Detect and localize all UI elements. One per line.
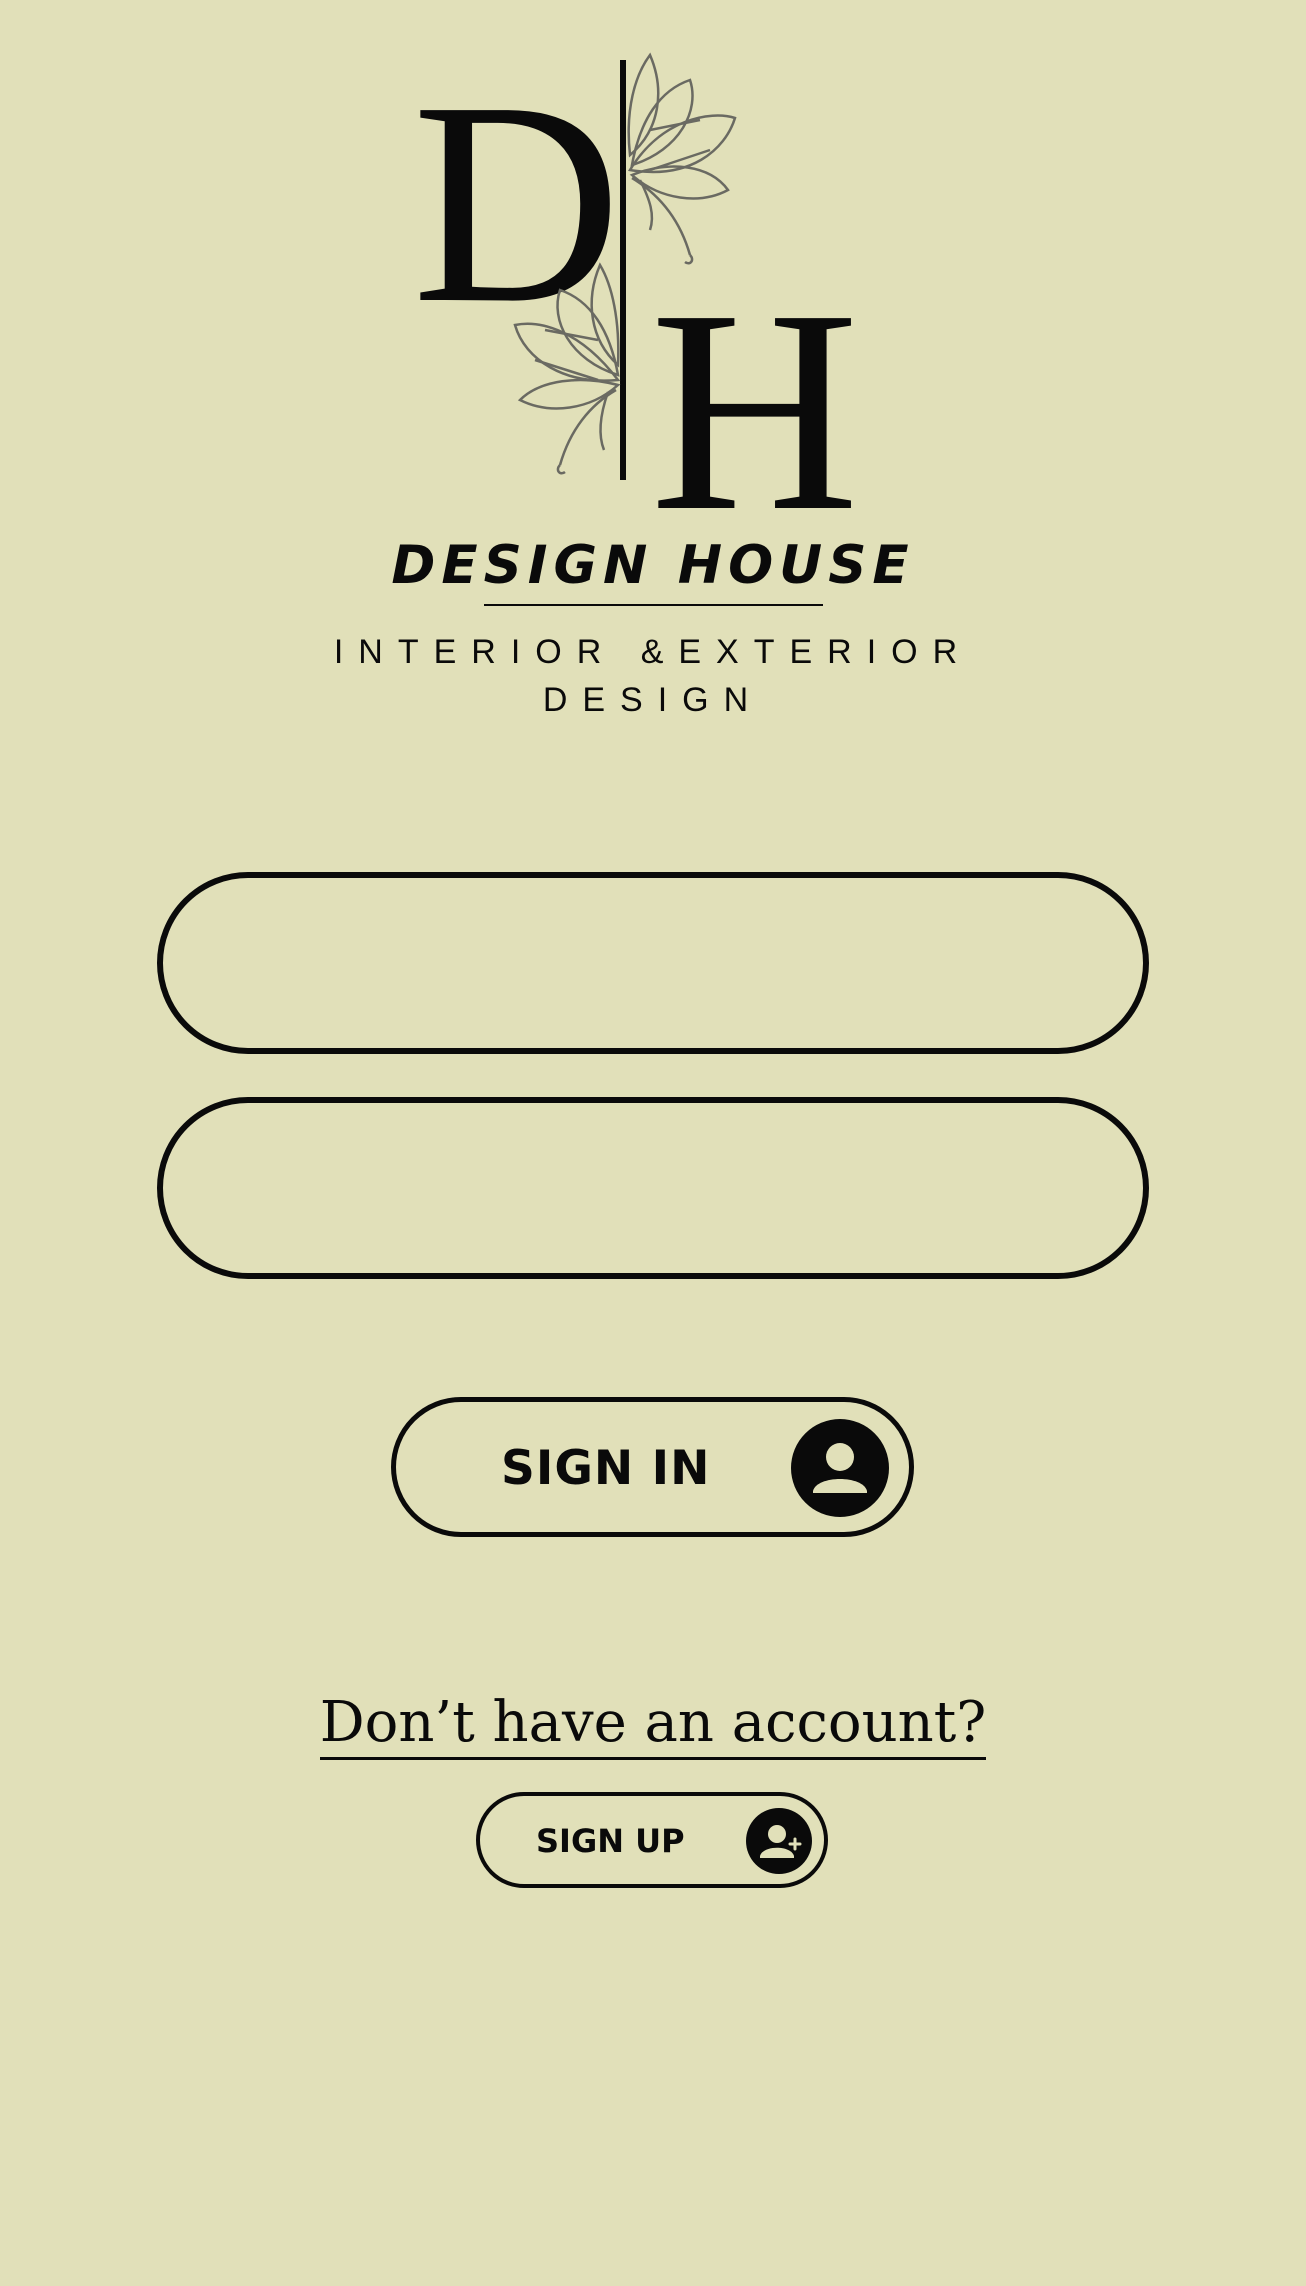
user-icon bbox=[791, 1419, 889, 1517]
sign-in-label: SIGN IN bbox=[501, 1441, 711, 1496]
sign-in-button[interactable]: SIGN IN bbox=[391, 1397, 914, 1537]
no-account-link[interactable]: Don’t have an account? bbox=[319, 1690, 987, 1760]
username-input[interactable] bbox=[157, 872, 1149, 1054]
sign-up-label: SIGN UP bbox=[536, 1822, 685, 1860]
no-account-prompt: Don’t have an account? bbox=[0, 1690, 1306, 1760]
monogram-letter-d: D bbox=[412, 42, 621, 363]
brand-divider bbox=[484, 604, 823, 606]
brand-subtitle: INTERIOR &EXTERIOR DESIGN bbox=[333, 633, 973, 719]
sign-up-button[interactable]: SIGN UP bbox=[476, 1792, 828, 1888]
password-input[interactable] bbox=[157, 1097, 1149, 1279]
leaf-ornament-top bbox=[627, 52, 737, 265]
logo: D H bbox=[0, 0, 1306, 540]
monogram-letter-h: H bbox=[650, 250, 859, 540]
monogram-divider bbox=[620, 60, 626, 480]
brand-title: DESIGN HOUSE bbox=[391, 535, 915, 596]
monogram-logo: D H bbox=[412, 42, 859, 540]
user-add-icon bbox=[746, 1808, 812, 1874]
